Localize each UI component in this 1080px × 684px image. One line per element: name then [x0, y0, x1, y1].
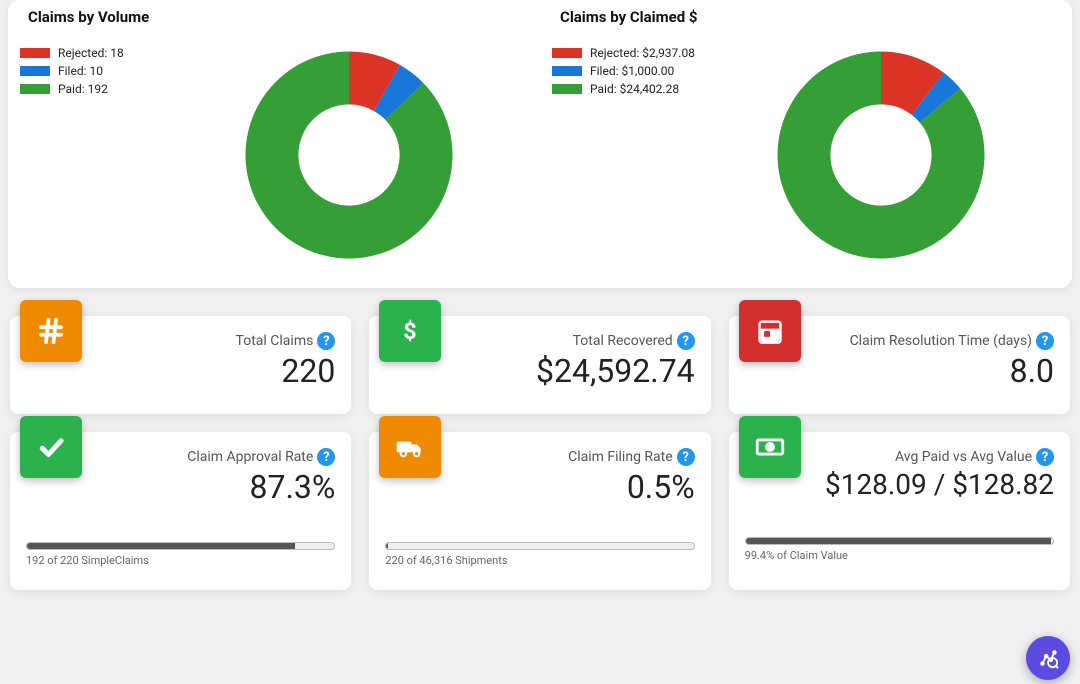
charts-card: Claims by Volume Rejected: 18 Filed: 10 … — [8, 0, 1072, 288]
legend-item[interactable]: Filed: 10 — [20, 64, 170, 78]
metric-title: Total Recovered — [573, 333, 673, 349]
help-icon[interactable]: ? — [317, 448, 335, 466]
help-icon[interactable]: ? — [677, 332, 695, 350]
chart-claimed: Claims by Claimed $ Rejected: $2,937.08 … — [540, 6, 1072, 270]
progress-bar — [385, 542, 694, 550]
legend-item[interactable]: Paid: 192 — [20, 82, 170, 96]
chart-title: Claims by Claimed $ — [560, 8, 1060, 26]
metric-title: Claim Approval Rate — [187, 449, 313, 465]
legend-volume: Rejected: 18 Filed: 10 Paid: 192 — [20, 40, 170, 100]
metric-title: Claim Filing Rate — [568, 449, 673, 465]
donut-chart-volume — [234, 40, 464, 270]
legend-label: Filed: 10 — [58, 64, 103, 78]
legend-label: Filed: $1,000.00 — [590, 64, 674, 78]
metric-total-claims: Total Claims? 220 — [10, 316, 351, 414]
progress-caption: 192 of 220 SimpleClaims — [26, 554, 335, 567]
dollar-icon: $ — [379, 300, 441, 362]
hash-icon — [20, 300, 82, 362]
money-icon — [739, 416, 801, 478]
progress-caption: 220 of 46,316 Shipments — [385, 554, 694, 567]
metric-approval-rate: Claim Approval Rate? 87.3% 192 of 220 Si… — [10, 432, 351, 590]
donut-chart-claimed — [766, 40, 996, 270]
help-icon[interactable]: ? — [1036, 448, 1054, 466]
metric-filing-rate: Claim Filing Rate? 0.5% 220 of 46,316 Sh… — [369, 432, 710, 590]
chart-volume: Claims by Volume Rejected: 18 Filed: 10 … — [8, 6, 540, 270]
svg-text:$: $ — [404, 317, 417, 345]
progress-bar — [26, 542, 335, 550]
progress-bar — [745, 537, 1054, 545]
legend-item[interactable]: Filed: $1,000.00 — [552, 64, 702, 78]
legend-claimed: Rejected: $2,937.08 Filed: $1,000.00 Pai… — [552, 40, 702, 100]
legend-label: Paid: 192 — [58, 82, 108, 96]
metric-total-recovered: $ Total Recovered? $24,592.74 — [369, 316, 710, 414]
metric-title: Claim Resolution Time (days) — [850, 333, 1032, 349]
legend-label: Paid: $24,402.28 — [590, 82, 679, 96]
progress-caption: 99.4% of Claim Value — [745, 549, 1054, 562]
help-icon[interactable]: ? — [677, 448, 695, 466]
chart-title: Claims by Volume — [28, 8, 528, 26]
check-icon — [20, 416, 82, 478]
legend-label: Rejected: 18 — [58, 46, 124, 60]
legend-item[interactable]: Paid: $24,402.28 — [552, 82, 702, 96]
metric-avg-paid: Avg Paid vs Avg Value? $128.09 / $128.82… — [729, 432, 1070, 590]
fab-button[interactable] — [1026, 636, 1070, 680]
legend-label: Rejected: $2,937.08 — [590, 46, 695, 60]
help-icon[interactable]: ? — [317, 332, 335, 350]
metric-resolution-time: Claim Resolution Time (days)? 8.0 — [729, 316, 1070, 414]
metric-title: Avg Paid vs Avg Value — [895, 449, 1032, 465]
metrics-grid: Total Claims? 220 $ Total Recovered? $24… — [0, 288, 1080, 590]
legend-item[interactable]: Rejected: $2,937.08 — [552, 46, 702, 60]
legend-item[interactable]: Rejected: 18 — [20, 46, 170, 60]
help-icon[interactable]: ? — [1036, 332, 1054, 350]
metric-title: Total Claims — [236, 333, 314, 349]
calendar-icon — [739, 300, 801, 362]
truck-icon — [379, 416, 441, 478]
